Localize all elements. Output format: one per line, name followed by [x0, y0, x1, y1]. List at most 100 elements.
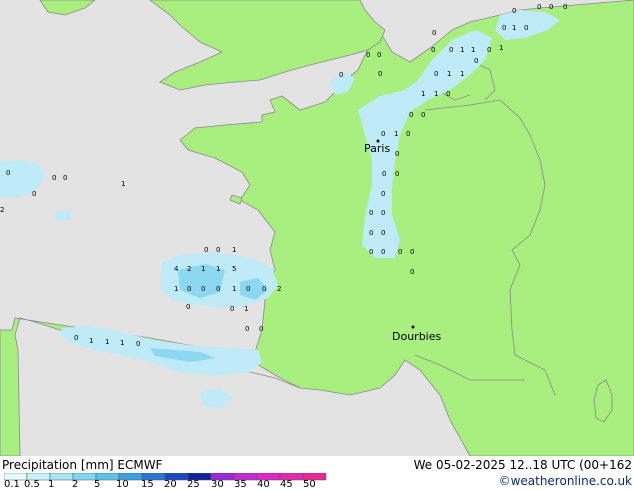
precip-value: 0: [136, 340, 140, 348]
precip-value: 1: [232, 246, 236, 254]
precip-value: 0: [410, 248, 414, 256]
precip-value: 1: [512, 24, 516, 32]
city-label-dourbies: Dourbies: [392, 330, 442, 343]
precip-value: 0: [434, 70, 438, 78]
precip-value: 4: [174, 265, 179, 273]
scale-label: 30: [211, 479, 224, 490]
precip-value: 0: [410, 268, 414, 276]
precipitation-map[interactable]: 0 0 0 0 0 0 1 1 0 0 0 0 0 0 0 0 1 1 0 0: [0, 0, 634, 456]
precip-value: 5: [232, 265, 236, 273]
precip-value: 1: [460, 46, 464, 54]
precip-value: 0: [524, 24, 528, 32]
precip-value: 0: [216, 285, 220, 293]
precip-value: 0: [382, 170, 386, 178]
credit-link[interactable]: ©weatheronline.co.uk: [499, 474, 632, 488]
precip-value: 0: [204, 246, 208, 254]
precip-value: 0: [366, 51, 370, 59]
precip-value: 0: [369, 229, 373, 237]
precip-value: 0: [216, 246, 220, 254]
precip-value: 1: [460, 70, 464, 78]
precip-value: 0: [74, 334, 78, 342]
precip-value: 1: [232, 285, 236, 293]
scale-label: 20: [164, 479, 177, 490]
scale-label: 0.1: [4, 479, 20, 490]
scale-label: 0.5: [24, 479, 40, 490]
precip-value: 1: [174, 285, 178, 293]
precip-value: 1: [105, 338, 109, 346]
precip-value: 0: [502, 24, 506, 32]
precip-value: 1: [394, 130, 398, 138]
precip-value: 1: [216, 265, 220, 273]
precip-value: 0: [421, 111, 425, 119]
precip-value: 1: [471, 46, 475, 54]
precip-value: 0: [187, 285, 191, 293]
precip-value: 0: [52, 174, 56, 182]
map-page: 0 0 0 0 0 0 1 1 0 0 0 0 0 0 0 0 1 1 0 0: [0, 0, 634, 490]
precip-value: 0: [369, 209, 373, 217]
legend-title: Precipitation [mm] ECMWF: [2, 458, 163, 472]
legend-bar: Precipitation [mm] ECMWF We 05-02-2025 1…: [0, 456, 634, 490]
city-label-paris: Paris: [364, 142, 390, 155]
scale-label: 5: [94, 479, 101, 490]
precip-value: 2: [187, 265, 191, 273]
precip-value: 1: [499, 44, 503, 52]
map-canvas: 0 0 0 0 0 0 1 1 0 0 0 0 0 0 0 0 1 1 0 0: [0, 0, 634, 456]
precip-value: 0: [395, 150, 399, 158]
precip-value: 1: [447, 70, 451, 78]
precip-value: 1: [120, 339, 124, 347]
precip-value: 0: [381, 229, 385, 237]
precip-value: 0: [377, 51, 381, 59]
precip-value: 0: [245, 325, 249, 333]
precip-value: 0: [381, 190, 385, 198]
scale-label: 15: [141, 479, 154, 490]
precip-value: 0: [395, 170, 399, 178]
precip-value: 0: [369, 248, 373, 256]
scale-label: 1: [48, 479, 55, 490]
precip-value: 0: [381, 130, 385, 138]
precip-value: 1: [201, 265, 205, 273]
scale-label: 10: [116, 479, 129, 490]
precip-value: 2: [277, 285, 281, 293]
precip-value: 0: [398, 248, 402, 256]
precip-value: 0: [432, 29, 436, 37]
scale-label: 2: [72, 479, 79, 490]
precip-value: 0: [474, 57, 478, 65]
scale-label: 45: [280, 479, 293, 490]
precip-value: 0: [512, 7, 516, 15]
precip-value: 0: [409, 111, 413, 119]
color-scale-labels: 0.1 0.5 1 2 5 10 15 20 25 30 35 40 45 50: [0, 479, 330, 490]
precip-value: 1: [421, 90, 425, 98]
precip-value: 0: [259, 325, 263, 333]
precip-value: 0: [32, 190, 36, 198]
land-ile-de-re: [229, 194, 243, 205]
precip-value: 0: [6, 169, 10, 177]
scale-label: 50: [303, 479, 316, 490]
scale-label: 35: [234, 479, 247, 490]
precip-value: 0: [201, 285, 205, 293]
land-ireland: [39, 0, 96, 16]
city-paris[interactable]: Paris: [364, 139, 390, 156]
precip-value: 0: [381, 209, 385, 217]
precip-value: 0: [262, 285, 266, 293]
scale-label: 25: [187, 479, 200, 490]
precip-value: 0: [246, 285, 250, 293]
precip-value: 0: [378, 70, 382, 78]
precip-value: 0: [537, 3, 541, 11]
precip-value: 1: [434, 90, 438, 98]
city-marker: [411, 325, 415, 329]
precip-value: 0: [381, 248, 385, 256]
precip-value: 0: [431, 46, 435, 54]
scale-label: 40: [257, 479, 270, 490]
land-continent: [0, 0, 634, 456]
precip-value: 0: [63, 174, 67, 182]
precip-value: 0: [449, 46, 453, 54]
forecast-datetime: We 05-02-2025 12..18 UTC (00+162: [413, 458, 632, 472]
precip-value: 1: [121, 180, 125, 188]
precip-value: 0: [230, 305, 234, 313]
precip-value: 1: [244, 305, 248, 313]
precip-value: 0: [406, 130, 410, 138]
precip-value: 0: [446, 90, 450, 98]
precip-value: 0: [563, 3, 567, 11]
precip-value: 0: [339, 71, 343, 79]
precip-value: 0: [186, 303, 190, 311]
